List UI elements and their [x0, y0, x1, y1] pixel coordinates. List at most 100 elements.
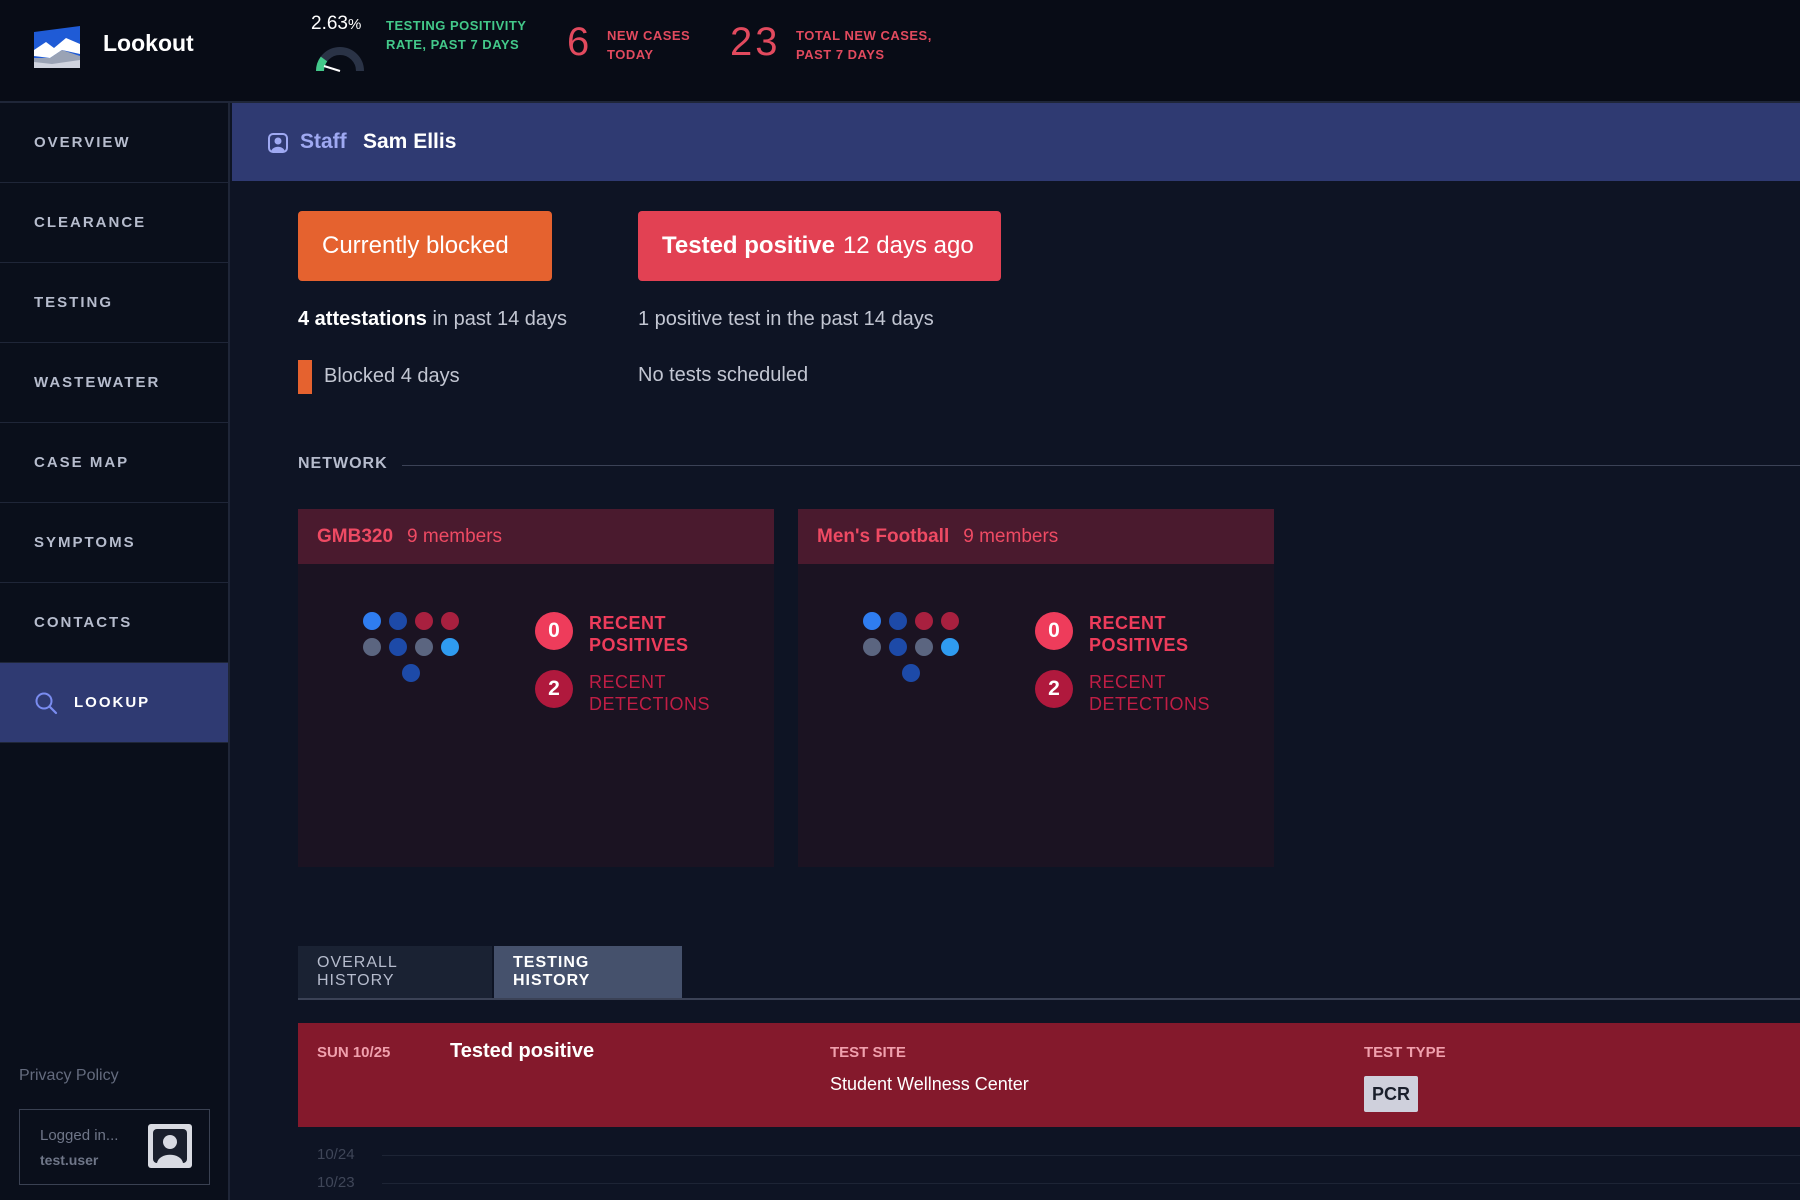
- privacy-policy-link[interactable]: Privacy Policy: [19, 1067, 119, 1085]
- attestations-period: in past 14 days: [432, 308, 568, 330]
- test-type-badge: PCR: [1364, 1076, 1418, 1112]
- recent-detections-count: 2: [535, 670, 573, 708]
- member-dot: [441, 638, 459, 656]
- sidebar-item-label: CASE MAP: [34, 454, 130, 471]
- member-dots: [363, 612, 459, 682]
- group-members: 9 members: [963, 525, 1059, 547]
- group-name: Men's Football: [817, 525, 950, 547]
- attestations-stat: 4 attestations in past 14 days: [298, 308, 567, 331]
- sidebar-item-label: LOOKUP: [74, 694, 151, 711]
- person-header: Staff Sam Ellis: [232, 103, 1800, 181]
- top-bar: Lookout 2.63% TESTING POSITIVITY RATE, P…: [0, 0, 1800, 103]
- positive-status-badge: Tested positive 12 days ago: [638, 211, 1001, 281]
- blocked-status-badge: Currently blocked: [298, 211, 552, 281]
- network-group-card[interactable]: GMB320 9 members 0 RECENT POSITIVES 2 RE…: [298, 509, 774, 867]
- new-cases-count: 6: [567, 20, 590, 64]
- positive-tests-stat: 1 positive test in the past 14 days: [638, 308, 934, 330]
- member-dot: [941, 612, 959, 630]
- member-dot: [889, 638, 907, 656]
- member-dots: [863, 612, 959, 682]
- tab-underline: [298, 998, 1800, 1000]
- positivity-label: TESTING POSITIVITY RATE, PAST 7 DAYS: [386, 18, 527, 52]
- sidebar-item-wastewater[interactable]: WASTEWATER: [0, 343, 228, 423]
- sidebar-item-overview[interactable]: OVERVIEW: [0, 103, 228, 183]
- sidebar-item-label: WASTEWATER: [34, 374, 161, 391]
- total-cases-count: 23: [730, 20, 781, 64]
- tab-testing-history[interactable]: TESTING HISTORY: [494, 946, 682, 998]
- sidebar-item-label: TESTING: [34, 294, 114, 311]
- timeline-line: [382, 1183, 1800, 1184]
- positivity-gauge-icon: [316, 47, 364, 72]
- positivity-rate-unit: %: [347, 16, 362, 33]
- app-name[interactable]: Lookout: [103, 30, 194, 57]
- member-dot: [389, 638, 407, 656]
- member-dot: [863, 612, 881, 630]
- member-dot: [915, 638, 933, 656]
- network-section-title: NETWORK: [298, 455, 388, 472]
- test-site-label: TEST SITE: [830, 1044, 906, 1061]
- person-icon: [268, 133, 288, 153]
- recent-detections-label: RECENT DETECTIONS: [1089, 672, 1211, 714]
- blocked-days-stat: Blocked 4 days: [324, 365, 460, 387]
- sidebar-item-label: CONTACTS: [34, 614, 133, 631]
- history-date: SUN 10/25: [317, 1044, 391, 1061]
- timeline-date: 10/24: [317, 1146, 355, 1163]
- tab-overall-history[interactable]: OVERALL HISTORY: [298, 946, 492, 998]
- person-name: Sam Ellis: [363, 130, 457, 153]
- network-group-card[interactable]: Men's Football 9 members 0 RECENT POSITI…: [798, 509, 1274, 867]
- recent-positives-label: RECENT POSITIVES: [589, 613, 689, 655]
- positivity-rate: 2.63%: [311, 13, 361, 35]
- timeline-date: 10/23: [317, 1174, 355, 1191]
- sidebar-item-label: SYMPTOMS: [34, 534, 136, 551]
- member-dot: [889, 612, 907, 630]
- member-dot: [441, 612, 459, 630]
- timeline-line: [382, 1155, 1800, 1156]
- blocked-indicator: [298, 360, 312, 394]
- member-dot: [902, 664, 920, 682]
- test-site-value: Student Wellness Center: [830, 1074, 1029, 1094]
- member-dot: [415, 638, 433, 656]
- sidebar-item-testing[interactable]: TESTING: [0, 263, 228, 343]
- recent-positives-count: 0: [535, 612, 573, 650]
- recent-positives-count: 0: [1035, 612, 1073, 650]
- lookout-logo[interactable]: [32, 26, 82, 70]
- history-title: Tested positive: [450, 1040, 595, 1062]
- attestations-count: 4 attestations: [298, 308, 427, 330]
- sidebar-item-lookup[interactable]: LOOKUP: [0, 663, 228, 743]
- member-dot: [415, 612, 433, 630]
- main-content: Staff Sam Ellis Currently blocked Tested…: [232, 103, 1800, 1200]
- group-members: 9 members: [407, 525, 503, 547]
- sidebar-item-case-map[interactable]: CASE MAP: [0, 423, 228, 503]
- sidebar-item-clearance[interactable]: CLEARANCE: [0, 183, 228, 263]
- total-cases-label: TOTAL NEW CASES, PAST 7 DAYS: [796, 28, 932, 62]
- section-divider: [402, 465, 1800, 466]
- login-username: test.user: [40, 1152, 99, 1168]
- member-dot: [941, 638, 959, 656]
- positivity-rate-value: 2.63: [311, 13, 348, 34]
- test-type-label: TEST TYPE: [1364, 1044, 1446, 1061]
- card-header: Men's Football 9 members: [798, 509, 1274, 564]
- member-dot: [863, 638, 881, 656]
- member-dot: [389, 612, 407, 630]
- search-icon: [35, 692, 58, 714]
- sidebar-item-contacts[interactable]: CONTACTS: [0, 583, 228, 663]
- login-panel[interactable]: Logged in... test.user: [19, 1109, 210, 1185]
- new-cases-label: NEW CASES TODAY: [607, 28, 691, 62]
- sidebar-item-symptoms[interactable]: SYMPTOMS: [0, 503, 228, 583]
- sidebar-item-label: CLEARANCE: [34, 214, 147, 231]
- scheduled-tests-stat: No tests scheduled: [638, 364, 809, 386]
- member-dot: [402, 664, 420, 682]
- history-row[interactable]: SUN 10/25 Tested positive TEST SITE Stud…: [298, 1023, 1800, 1127]
- member-dot: [363, 638, 381, 656]
- positive-status-rest: 12 days ago: [842, 232, 974, 259]
- login-status: Logged in...: [40, 1127, 119, 1144]
- recent-detections-label: RECENT DETECTIONS: [589, 672, 711, 714]
- sidebar-item-label: OVERVIEW: [34, 134, 131, 151]
- recent-positives-label: RECENT POSITIVES: [1089, 613, 1189, 655]
- card-header: GMB320 9 members: [298, 509, 774, 564]
- group-name: GMB320: [317, 525, 394, 547]
- recent-detections-count: 2: [1035, 670, 1073, 708]
- avatar[interactable]: [148, 1124, 192, 1168]
- person-role: Staff: [300, 130, 347, 153]
- member-dot: [915, 612, 933, 630]
